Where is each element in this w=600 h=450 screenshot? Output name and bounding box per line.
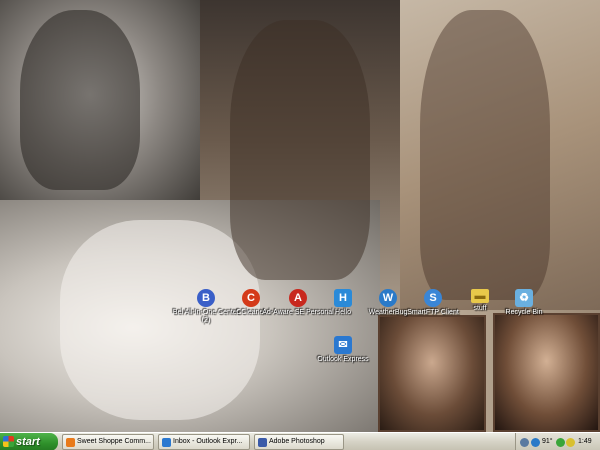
taskbar: start Sweet Shoppe Comm... Inbox - Outlo… [0, 432, 600, 450]
wallpaper-photo [378, 315, 486, 432]
wallpaper-photo [493, 313, 600, 432]
photoshop-icon [258, 438, 267, 447]
start-button[interactable]: start [0, 433, 58, 450]
windows-logo-icon [3, 436, 14, 447]
network-tray-icon[interactable] [556, 438, 565, 447]
taskbar-button-label: Inbox - Outlook Expr... [173, 438, 243, 445]
browser-icon [66, 438, 75, 447]
desktop-icon-label: Outlook Express [317, 356, 369, 363]
tray-temperature[interactable]: 91° [542, 433, 553, 450]
taskbar-button-photoshop[interactable]: Adobe Photoshop [254, 434, 344, 450]
wallpaper-figure [420, 10, 550, 300]
taskbar-button-label: Adobe Photoshop [269, 438, 325, 445]
taskbar-button-sweet-shoppe[interactable]: Sweet Shoppe Comm... [62, 434, 154, 450]
outlook-express-icon: ✉ [334, 336, 352, 354]
desktop-icon-recycle-bin[interactable]: ♻ Recycle Bin [486, 289, 562, 317]
outlook-express-icon [162, 438, 171, 447]
desktop-icon-outlook-express[interactable]: ✉ Outlook Express [305, 336, 381, 364]
desktop[interactable]: B Bel All-In-One Center (2) C CCleaner A… [0, 0, 600, 432]
wallpaper-figure [20, 10, 140, 190]
system-tray: 91° 1:49 PM [515, 433, 600, 450]
tray-chevron-icon[interactable] [520, 438, 529, 447]
recycle-bin-icon: ♻ [515, 289, 533, 307]
smartftp-icon: S [424, 289, 442, 307]
taskbar-button-outlook-inbox[interactable]: Inbox - Outlook Expr... [158, 434, 250, 450]
desktop-icon-label: Hello [335, 309, 351, 316]
start-label: start [16, 436, 40, 448]
desktop-icon-label: Recycle Bin [505, 309, 543, 316]
weatherbug-tray-icon[interactable] [531, 438, 540, 447]
tray-clock[interactable]: 1:49 PM [578, 433, 600, 450]
taskbar-button-label: Sweet Shoppe Comm... [77, 438, 151, 445]
wallpaper-figure [230, 20, 370, 280]
ccleaner-icon: C [242, 289, 260, 307]
desktop-icon-label: stuff [473, 305, 487, 312]
security-tray-icon[interactable] [566, 438, 575, 447]
